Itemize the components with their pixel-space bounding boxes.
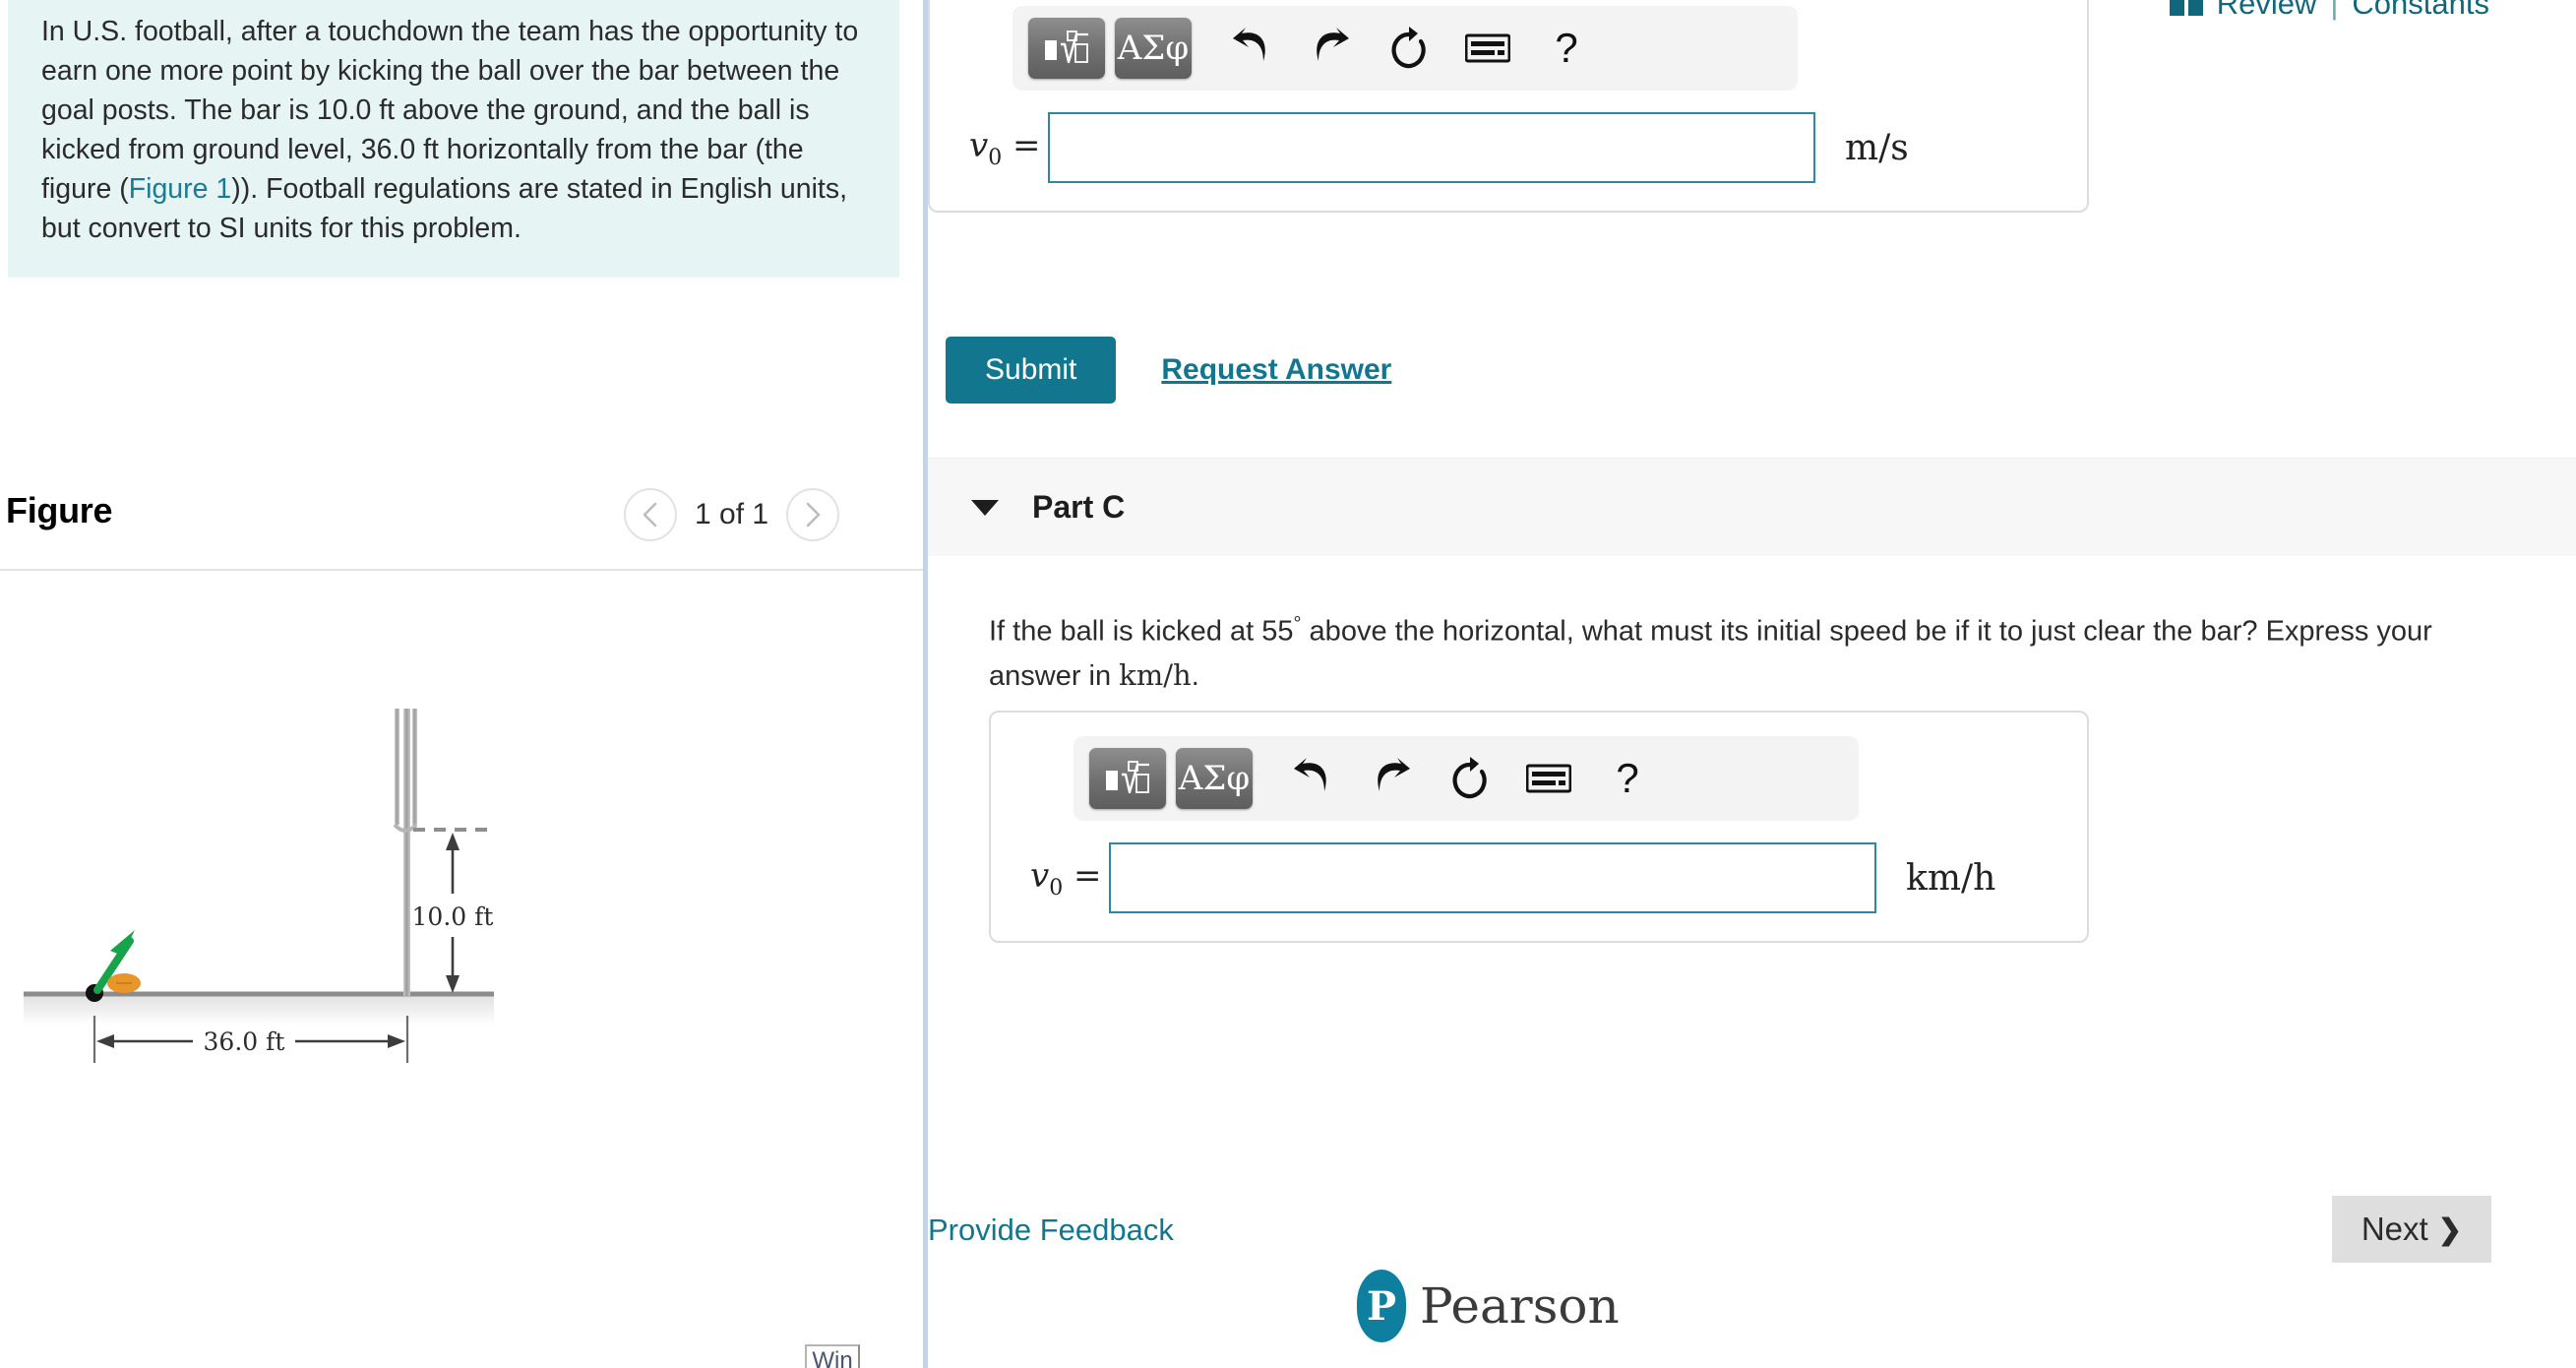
constants-link[interactable]: Constants <box>2352 0 2489 22</box>
chevron-right-icon <box>806 502 821 528</box>
greek-symbols-button[interactable]: ΑΣφ <box>1176 748 1253 809</box>
figure-navigation: 1 of 1 <box>624 488 840 541</box>
part-b-variable-label: v0 = <box>969 125 1041 170</box>
part-c-answer-block: ΑΣφ ? v0 = km/h <box>989 711 2089 943</box>
part-b-math-toolbar: ΑΣφ ? <box>1012 6 1798 91</box>
part-b-answer-card: ΑΣφ ? v0 = m/s <box>928 0 2089 213</box>
height-label: 10.0 ft <box>412 902 494 931</box>
template-button[interactable] <box>1089 748 1166 809</box>
problem-page: In U.S. football, after a touchdown the … <box>0 0 2576 1368</box>
book-icon <box>2169 0 2203 16</box>
part-c-answer-card: ΑΣφ ? v0 = km/h <box>989 711 2089 943</box>
part-c-unit-label: km/h <box>1906 857 1996 899</box>
undo-arrow-icon[interactable] <box>1278 748 1347 809</box>
part-b-answer-input[interactable] <box>1048 112 1815 183</box>
greek-symbols-button[interactable]: ΑΣφ <box>1115 18 1192 79</box>
review-constants-bar: Review | Constants <box>2169 0 2489 22</box>
figure-counter: 1 of 1 <box>695 498 769 530</box>
figure-next-button[interactable] <box>786 488 840 541</box>
review-link[interactable]: Review <box>2217 0 2317 22</box>
part-b-request-answer-link[interactable]: Request Answer <box>1161 353 1391 387</box>
problem-statement-text: In U.S. football, after a touchdown the … <box>41 12 866 248</box>
taskbar-win-chip[interactable]: Win <box>805 1344 860 1368</box>
degree-symbol: ° <box>1293 613 1302 635</box>
caret-down-icon[interactable] <box>971 499 999 516</box>
height-dim-up-arrowhead <box>446 833 460 850</box>
redo-arrow-icon[interactable] <box>1296 18 1365 79</box>
right-pane: Review | Constants ΑΣφ ? v0 = m/s Submit… <box>928 0 2576 1368</box>
height-dim-down-arrowhead <box>446 975 460 993</box>
reset-circular-arrow-icon[interactable] <box>1436 748 1504 809</box>
figure-prev-button[interactable] <box>624 488 677 541</box>
redo-arrow-icon[interactable] <box>1357 748 1426 809</box>
part-b-unit-label: m/s <box>1845 127 1909 168</box>
goal-post-upright <box>403 709 410 996</box>
part-c-question-period: . <box>1191 659 1199 692</box>
figure-header: Figure 1 of 1 <box>0 482 925 569</box>
pearson-wordmark: Pearson <box>1420 1277 1620 1335</box>
reset-circular-arrow-icon[interactable] <box>1375 18 1443 79</box>
part-c-question-lead: If the ball is kicked at 55 <box>989 615 1294 648</box>
redo-icon-glyph <box>1317 28 1349 61</box>
goal-post-fork-left <box>395 709 399 825</box>
problem-statement-box: In U.S. football, after a touchdown the … <box>8 0 899 278</box>
part-c-question-text: If the ball is kicked at 55° above the h… <box>989 602 2494 698</box>
keyboard-icon[interactable] <box>1514 748 1583 809</box>
chevron-left-icon <box>643 502 657 528</box>
undo-icon-glyph <box>1233 28 1265 61</box>
chevron-right-icon: ❯ <box>2437 1213 2462 1246</box>
figure-divider <box>0 569 925 571</box>
pearson-mark-icon: P <box>1357 1270 1406 1342</box>
pearson-logo: P Pearson <box>1357 1270 1620 1342</box>
part-c-variable-label: v0 = <box>1030 855 1102 901</box>
part-c-header[interactable]: Part C <box>928 458 2576 556</box>
help-question-icon[interactable]: ? <box>1593 748 1662 809</box>
distance-dim-right-arrowhead <box>388 1034 405 1048</box>
template-button[interactable] <box>1028 18 1105 79</box>
math-template-icon <box>1045 31 1088 64</box>
figure-title: Figure <box>6 490 113 530</box>
part-b-answer-block: ΑΣφ ? v0 = m/s Submit Request Answer <box>928 0 2089 404</box>
keyboard-icon-glyph <box>1465 33 1510 63</box>
help-question-icon[interactable]: ? <box>1532 18 1601 79</box>
reset-icon-glyph <box>1391 27 1426 69</box>
figure-diagram: 10.0 ft 36.0 ft <box>0 591 925 1142</box>
left-pane: In U.S. football, after a touchdown the … <box>0 0 925 1368</box>
reset-icon-glyph <box>1452 757 1487 799</box>
provide-feedback-link[interactable]: Provide Feedback <box>928 1213 1174 1248</box>
part-c-title: Part C <box>1032 489 1126 525</box>
math-template-icon <box>1106 761 1149 794</box>
part-c-math-toolbar: ΑΣφ ? <box>1073 736 1859 821</box>
undo-arrow-icon[interactable] <box>1217 18 1286 79</box>
part-b-actions: Submit Request Answer <box>946 337 1391 404</box>
football-kick-diagram: 10.0 ft 36.0 ft <box>24 709 494 1063</box>
goal-post-fork-right <box>412 709 417 825</box>
redo-icon-glyph <box>1378 758 1410 791</box>
distance-dim-left-arrowhead <box>96 1034 114 1048</box>
next-button-label: Next <box>2361 1211 2428 1247</box>
part-b-submit-button[interactable]: Submit <box>946 337 1117 404</box>
next-button[interactable]: Next ❯ <box>2331 1196 2491 1263</box>
figure-1-link[interactable]: Figure 1 <box>129 173 232 205</box>
part-c-question-unit: km/h <box>1119 657 1192 692</box>
part-c-answer-input[interactable] <box>1109 842 1876 913</box>
undo-icon-glyph <box>1294 758 1326 791</box>
review-separator: | <box>2330 0 2339 21</box>
keyboard-icon[interactable] <box>1453 18 1522 79</box>
part-c-answer-row: v0 = km/h <box>1016 842 2061 913</box>
part-b-answer-row: v0 = m/s <box>955 112 2061 183</box>
distance-label: 36.0 ft <box>204 1027 285 1056</box>
keyboard-icon-glyph <box>1526 764 1571 793</box>
